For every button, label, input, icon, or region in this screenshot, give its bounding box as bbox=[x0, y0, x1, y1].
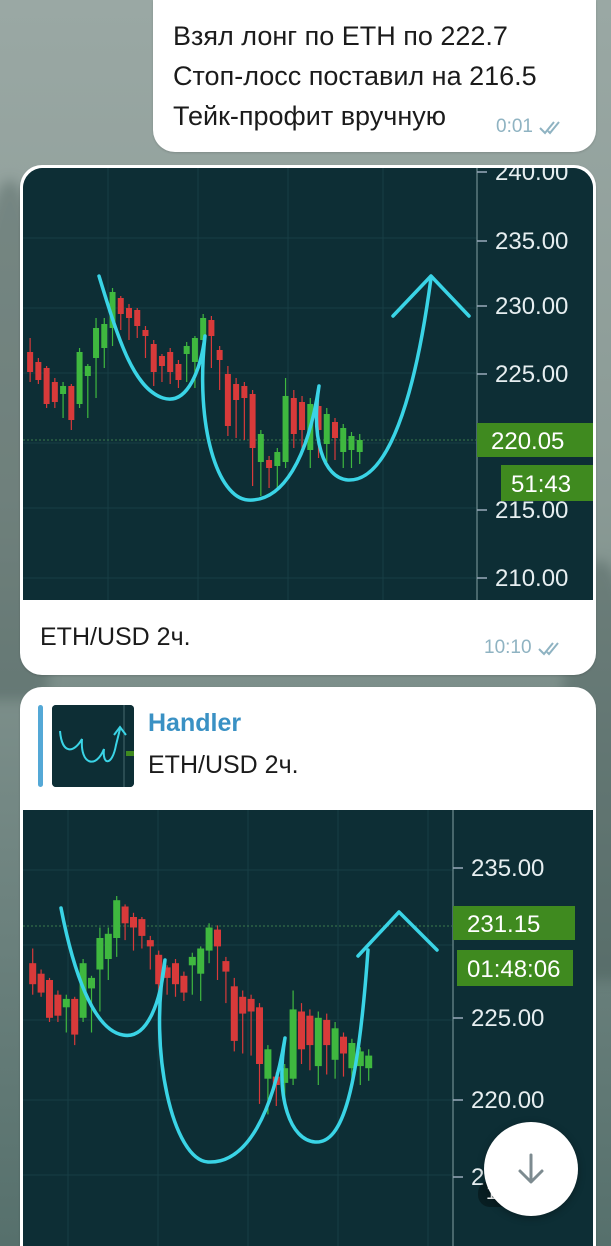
candle bbox=[46, 977, 53, 1022]
price-label: 235.00 bbox=[495, 228, 568, 255]
candle bbox=[230, 977, 238, 1052]
message-time: 0:01 bbox=[496, 116, 533, 137]
countdown: 01:48:06 bbox=[467, 956, 560, 983]
price-label: 225.00 bbox=[495, 361, 568, 388]
read-checks-icon bbox=[537, 642, 559, 656]
reply-thumbnail[interactable] bbox=[52, 705, 134, 787]
reply-text: ETH/USD 2ч. bbox=[148, 751, 299, 779]
price-label: 240.00 bbox=[495, 168, 568, 186]
reply-author: Handler bbox=[148, 709, 242, 737]
candle bbox=[224, 366, 231, 436]
message-meta: 10:10 bbox=[484, 637, 566, 659]
price-label: 220.00 bbox=[471, 1087, 544, 1114]
message-time: 10:10 bbox=[484, 637, 532, 658]
candle bbox=[76, 348, 83, 408]
price-label: 225.00 bbox=[471, 1005, 544, 1032]
price-label: 210.00 bbox=[495, 565, 568, 592]
price-label: 215.00 bbox=[495, 497, 568, 524]
price-label: 230.00 bbox=[495, 293, 568, 320]
message-meta: 0:01 bbox=[496, 116, 567, 138]
message-line: Тейк-профит вручную bbox=[173, 101, 446, 131]
candle-countdown-tag: 51:43 bbox=[501, 465, 593, 501]
candle-countdown-tag: 01:48:06 bbox=[457, 950, 573, 986]
countdown: 51:43 bbox=[511, 471, 571, 498]
reply-accent-bar bbox=[38, 705, 43, 787]
photo-message[interactable]: 240.00 235.00 230.00 225.00 215.00 210.00 220.… bbox=[20, 165, 596, 675]
message-line: Взял лонг по ETH по 222.7 bbox=[173, 21, 508, 51]
message-line: Стоп-лосс поставил на 216.5 bbox=[173, 61, 537, 91]
current-price-tag: 220.05 bbox=[477, 423, 593, 457]
chart-image[interactable]: 240.00 235.00 230.00 225.00 215.00 210.00 220.… bbox=[23, 168, 593, 600]
scroll-down-button[interactable] bbox=[484, 1122, 578, 1216]
current-price: 231.15 bbox=[467, 911, 540, 938]
eth-usd-chart: 240.00 235.00 230.00 225.00 215.00 210.00 220.… bbox=[23, 168, 593, 600]
arrow-down-icon bbox=[518, 1153, 544, 1184]
candle bbox=[43, 366, 50, 408]
reply-thumbnail-chart bbox=[52, 705, 134, 787]
price-label: 235.00 bbox=[471, 855, 544, 882]
current-price: 220.05 bbox=[491, 428, 564, 455]
photo-caption: ETH/USD 2ч. bbox=[40, 623, 191, 651]
read-checks-icon bbox=[539, 121, 560, 135]
outgoing-message[interactable]: Взял лонг по ETH по 222.7 Стоп-лосс пост… bbox=[153, 0, 596, 152]
current-price-tag: 231.15 bbox=[453, 906, 575, 940]
